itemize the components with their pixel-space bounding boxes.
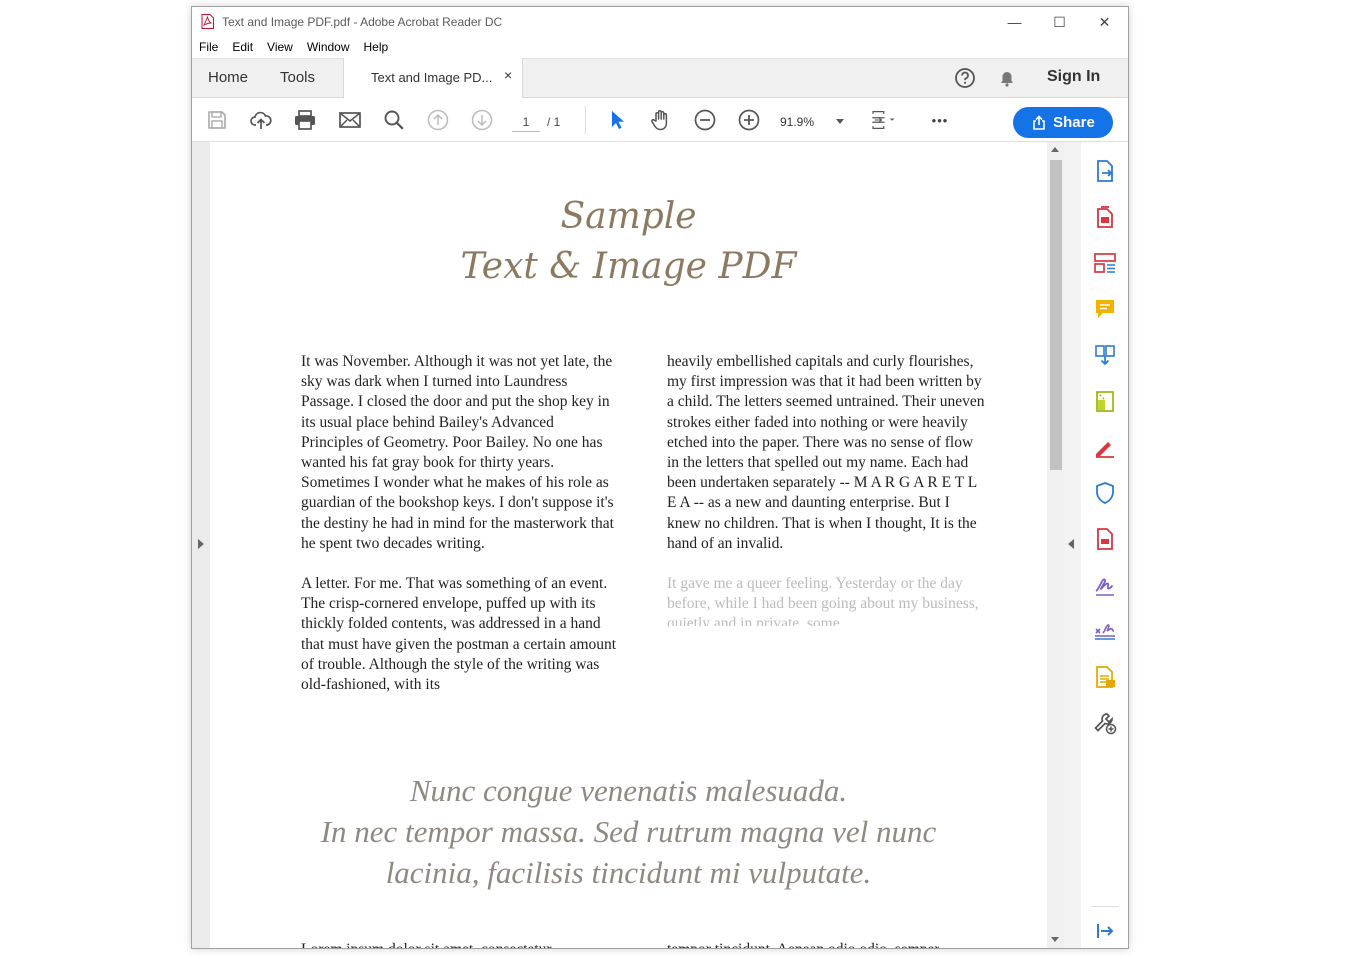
export-pdf-red-icon[interactable] bbox=[1093, 527, 1117, 551]
tab-bar: Home Tools Text and Image PD... × Sign I… bbox=[192, 58, 1128, 98]
upload-cloud-button[interactable] bbox=[248, 107, 274, 133]
tab-document[interactable]: Text and Image PD... × bbox=[343, 58, 523, 98]
bottom-text-right: tempor tincidunt. Aenean odio odio, semp… bbox=[667, 939, 939, 948]
document-title-line2: Text & Image PDF bbox=[460, 246, 797, 287]
vertical-scrollbar[interactable] bbox=[1047, 142, 1064, 948]
acrobat-window: Text and Image PDF.pdf - Adobe Acrobat R… bbox=[191, 6, 1129, 949]
zoom-in-button[interactable] bbox=[736, 107, 762, 133]
title-bar: Text and Image PDF.pdf - Adobe Acrobat R… bbox=[192, 7, 1128, 37]
menu-help[interactable]: Help bbox=[357, 37, 396, 58]
pdf-file-icon bbox=[201, 14, 214, 29]
menu-bar: File Edit View Window Help bbox=[192, 37, 1128, 58]
print-button[interactable] bbox=[292, 107, 318, 133]
close-tab-icon[interactable]: × bbox=[504, 67, 512, 83]
toolbar: 1 / 1 91.9% ••• Share bbox=[192, 98, 1128, 142]
find-button[interactable] bbox=[381, 107, 407, 133]
edit-pdf-icon[interactable] bbox=[1093, 435, 1117, 459]
document-title-line1: Sample bbox=[560, 196, 697, 237]
more-tools-button[interactable]: ••• bbox=[927, 107, 953, 133]
search-icon bbox=[384, 110, 404, 130]
send-for-signature-icon[interactable] bbox=[1093, 619, 1117, 643]
ellipsis-icon: ••• bbox=[931, 112, 949, 128]
protect-icon[interactable] bbox=[1093, 481, 1117, 505]
page-total: / 1 bbox=[547, 115, 561, 129]
arrow-down-circle-icon bbox=[471, 109, 493, 131]
tab-document-label: Text and Image PD... bbox=[371, 70, 493, 85]
page-number-input[interactable]: 1 bbox=[512, 115, 540, 132]
email-button[interactable] bbox=[337, 107, 363, 133]
hand-icon bbox=[651, 110, 668, 131]
fit-page-icon bbox=[872, 110, 895, 130]
minimize-button[interactable]: — bbox=[992, 7, 1037, 37]
paragraph-faded: It gave me a queer feeling. Yesterday or… bbox=[667, 575, 979, 627]
quote-line2: In nec tempor massa. Sed rutrum magna ve… bbox=[320, 814, 937, 849]
create-pdf-icon[interactable] bbox=[1093, 205, 1117, 229]
zoom-dropdown-chevron-icon[interactable] bbox=[836, 119, 844, 124]
quote-line3: lacinia, facilisis tincidunt mi vulputat… bbox=[385, 855, 872, 890]
panel-divider bbox=[1091, 906, 1119, 907]
more-tools-icon[interactable] bbox=[1093, 711, 1117, 735]
expand-panel-icon[interactable] bbox=[1093, 919, 1117, 943]
share-label: Share bbox=[1053, 114, 1095, 131]
zoom-out-button[interactable] bbox=[692, 107, 718, 133]
scrollbar-thumb[interactable] bbox=[1050, 160, 1062, 470]
page-display-button[interactable] bbox=[870, 107, 896, 133]
menu-window[interactable]: Window bbox=[300, 37, 357, 58]
cursor-arrow-icon bbox=[612, 111, 624, 129]
left-panel-toggle[interactable] bbox=[192, 142, 210, 948]
help-icon[interactable] bbox=[954, 67, 976, 89]
arrow-up-circle-icon bbox=[427, 109, 449, 131]
compress-pdf-icon[interactable] bbox=[1093, 389, 1117, 413]
text-column-right: heavily embellished capitals and curly f… bbox=[667, 352, 985, 646]
plus-circle-icon bbox=[738, 109, 760, 131]
window-title: Text and Image PDF.pdf - Adobe Acrobat R… bbox=[222, 15, 503, 29]
quote-line1: Nunc congue venenatis malesuada. bbox=[409, 773, 848, 808]
organize-pages-icon[interactable] bbox=[1093, 251, 1117, 275]
paragraph: It was November. Although it was not yet… bbox=[301, 353, 614, 552]
menu-view[interactable]: View bbox=[260, 37, 300, 58]
paragraph: heavily embellished capitals and curly f… bbox=[667, 353, 985, 552]
export-pdf-icon[interactable] bbox=[1093, 159, 1117, 183]
right-panel-toggle[interactable] bbox=[1064, 142, 1082, 948]
sign-in-button[interactable]: Sign In bbox=[1047, 68, 1100, 86]
share-icon bbox=[1033, 114, 1045, 130]
paragraph: A letter. For me. That was something of … bbox=[301, 575, 617, 694]
scroll-up-icon[interactable] bbox=[1051, 147, 1059, 152]
printer-icon bbox=[295, 110, 315, 130]
envelope-icon bbox=[339, 112, 361, 128]
toolbar-divider bbox=[585, 106, 586, 134]
bottom-text-left: Lorem ipsum dolor sit amet, consectetur bbox=[301, 939, 552, 948]
notification-bell-icon[interactable] bbox=[996, 67, 1018, 89]
scroll-down-icon[interactable] bbox=[1051, 937, 1059, 942]
expand-left-panel-icon[interactable] bbox=[198, 539, 204, 549]
select-tool-button[interactable] bbox=[604, 107, 630, 133]
minus-circle-icon bbox=[694, 109, 716, 131]
combine-files-icon[interactable] bbox=[1093, 343, 1117, 367]
comment-icon[interactable] bbox=[1093, 297, 1117, 321]
share-button[interactable]: Share bbox=[1013, 107, 1113, 138]
menu-edit[interactable]: Edit bbox=[225, 37, 260, 58]
menu-file[interactable]: File bbox=[192, 37, 225, 58]
next-page-button[interactable] bbox=[469, 107, 495, 133]
text-column-left: It was November. Although it was not yet… bbox=[301, 352, 619, 715]
save-button[interactable] bbox=[204, 107, 230, 133]
collapse-right-panel-icon[interactable] bbox=[1068, 539, 1074, 549]
send-track-icon[interactable] bbox=[1093, 665, 1117, 689]
tab-home[interactable]: Home bbox=[208, 69, 248, 86]
cloud-upload-icon bbox=[250, 111, 272, 129]
document-page: Sample Text & Image PDF It was November.… bbox=[210, 142, 1047, 948]
maximize-button[interactable]: ☐ bbox=[1037, 7, 1082, 37]
tab-tools[interactable]: Tools bbox=[280, 69, 315, 86]
save-icon bbox=[208, 111, 226, 129]
fill-sign-icon[interactable] bbox=[1093, 573, 1117, 597]
tools-pane bbox=[1081, 142, 1128, 948]
previous-page-button[interactable] bbox=[425, 107, 451, 133]
hand-tool-button[interactable] bbox=[648, 107, 674, 133]
close-button[interactable]: ✕ bbox=[1082, 7, 1127, 37]
